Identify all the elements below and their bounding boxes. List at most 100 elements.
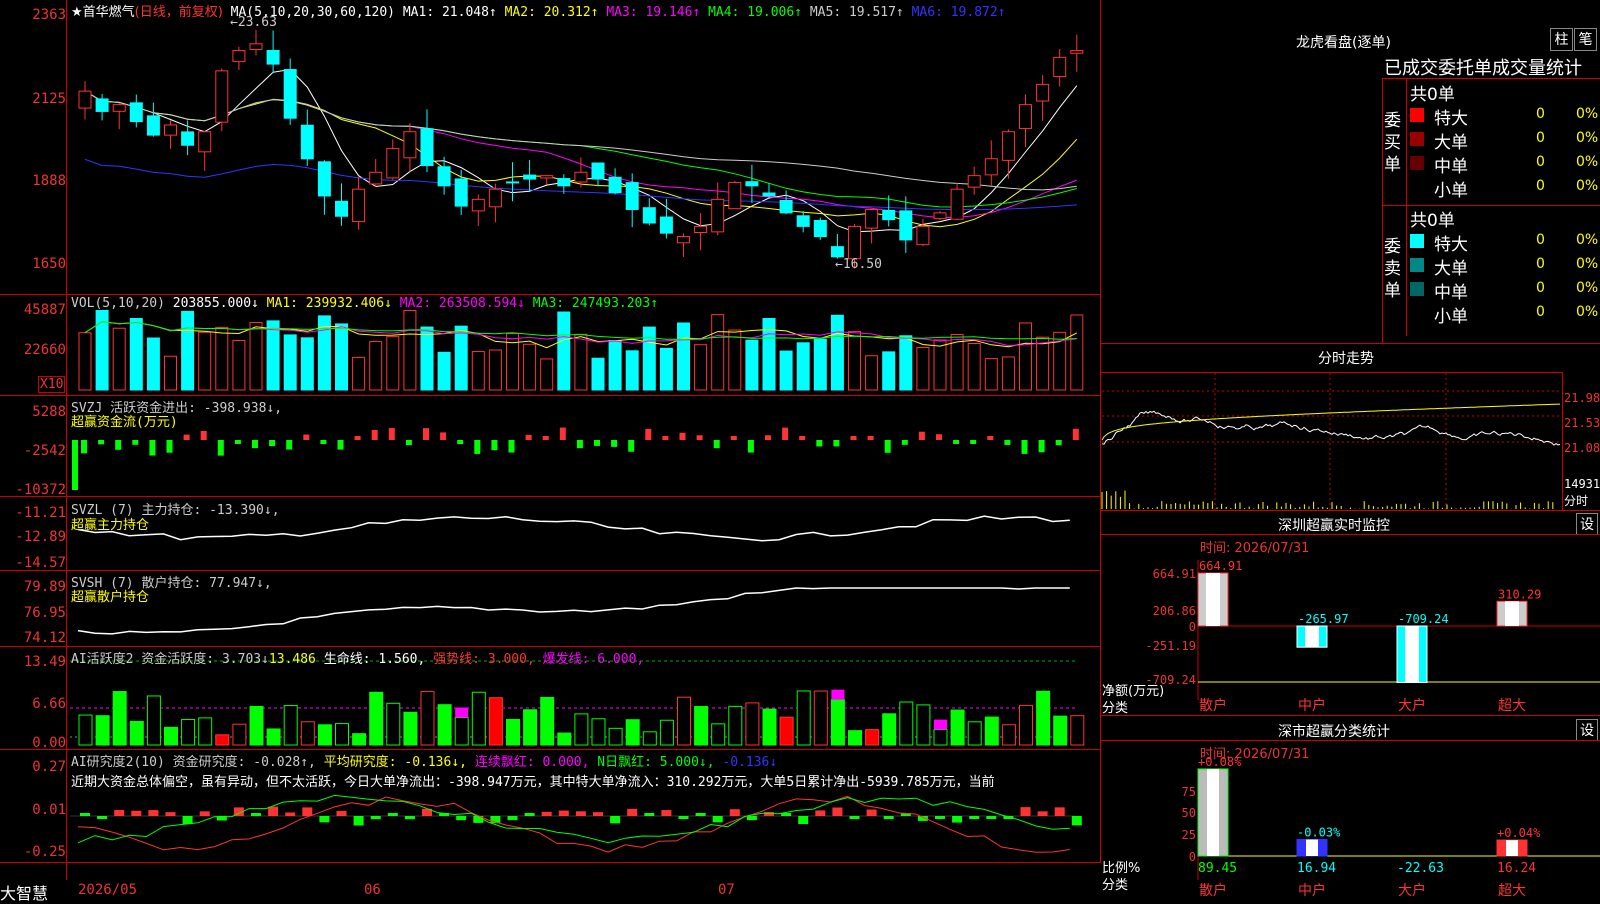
buy-order-name: 大单 xyxy=(1434,133,1468,153)
activity-bar xyxy=(471,691,486,746)
activity-bar xyxy=(694,706,709,746)
sz-monitor-tick-4: -251.19 xyxy=(1145,639,1196,653)
candle-body xyxy=(266,49,280,65)
sell-order-name: 大单 xyxy=(1434,259,1468,279)
candle-body xyxy=(420,128,434,167)
sell-order-count: 0 xyxy=(1536,304,1545,320)
activity-bar xyxy=(488,697,503,746)
ai-research-tick-1: 0.27 xyxy=(32,759,66,775)
research-bar xyxy=(114,809,125,816)
research-bar xyxy=(524,813,535,816)
ai-research-avg: 平均研究度: -0.136↓, xyxy=(323,755,467,770)
activity-bar xyxy=(677,696,691,746)
fund-flow-bar xyxy=(559,427,566,440)
volume-bar xyxy=(916,346,930,391)
tick-view-button[interactable]: 笔 xyxy=(1574,28,1597,51)
activity-bar-top xyxy=(455,707,469,718)
activity-bar xyxy=(1070,715,1085,746)
sz-monitor-settings-button[interactable]: 设 xyxy=(1576,513,1598,535)
volume-bar xyxy=(78,332,92,391)
fund-flow-bar xyxy=(72,440,78,490)
activity-bar xyxy=(164,726,178,746)
research-bar xyxy=(661,810,672,816)
research-bar xyxy=(712,816,723,823)
research-bar xyxy=(746,816,757,821)
stock-name[interactable]: ★首华燃气 xyxy=(71,5,135,20)
research-bar xyxy=(815,810,826,816)
research-line xyxy=(77,795,1070,853)
activity-bar xyxy=(437,704,452,746)
fund-flow-bar xyxy=(457,440,464,445)
candle-body xyxy=(471,198,485,212)
fund-flow-bar xyxy=(594,440,600,446)
fund-flow-bar xyxy=(730,436,737,440)
candle-body xyxy=(352,188,366,223)
fund-flow-bar xyxy=(354,436,361,440)
candle-body xyxy=(848,225,861,260)
research-bar xyxy=(507,816,518,821)
ma1-value: MA1: 21.048↑ xyxy=(402,5,497,20)
volume-bar xyxy=(471,351,485,391)
sell-order-pct: 0% xyxy=(1576,232,1599,248)
sell-order-swatch xyxy=(1410,306,1424,320)
sell-order-pct: 0% xyxy=(1576,280,1599,296)
volume-bar xyxy=(437,351,451,391)
vol-unit-badge[interactable]: X10 xyxy=(38,376,66,393)
vol-ma1: MA1: 239932.406↓ xyxy=(266,296,392,311)
fund-flow-bar xyxy=(115,440,122,450)
price-tick-2: 2125 xyxy=(32,91,66,107)
ai-active-strong: 强势线: 3.000, xyxy=(433,652,535,667)
research-bar xyxy=(610,816,621,824)
brand-logo[interactable]: 大智慧 xyxy=(0,880,48,904)
fund-flow-bar xyxy=(816,440,823,447)
research-bar xyxy=(935,816,945,819)
volume-bar xyxy=(232,339,246,391)
price-tick-4: 1650 xyxy=(32,256,66,272)
candle-body xyxy=(369,171,383,185)
candle-body xyxy=(523,174,537,180)
sz-class-tick-3: 25 xyxy=(1181,828,1196,842)
candle-body xyxy=(967,175,981,188)
volume-bar xyxy=(694,344,708,391)
research-bar xyxy=(1054,807,1065,816)
research-bar xyxy=(336,810,347,816)
sell-order-pct: 0% xyxy=(1576,304,1599,320)
volume-bar xyxy=(129,318,143,391)
fund-flow-bar xyxy=(371,429,378,440)
main-title-row: ★首华燃气(日线，前复权) MA(5,10,20,30,60,120) MA1:… xyxy=(71,1,1006,20)
intraday-vol-tick: 14931 xyxy=(1564,477,1600,491)
activity-bar xyxy=(300,721,315,746)
intraday-panel[interactable] xyxy=(1100,344,1600,511)
sell-order-swatch xyxy=(1410,282,1424,296)
candle-body xyxy=(386,148,400,179)
fund-flow-bar xyxy=(98,440,105,445)
volume-bar xyxy=(711,314,725,391)
fund-flow-bar xyxy=(713,440,720,449)
candle-body xyxy=(591,162,605,180)
activity-bar xyxy=(1053,715,1068,746)
candle-body xyxy=(78,90,92,109)
date-axis-2: 06 xyxy=(364,882,381,898)
fund-flow-bar xyxy=(491,440,498,451)
fund-flow-bar xyxy=(782,427,789,440)
fund-flow-bar xyxy=(303,434,310,440)
volume-bar xyxy=(1019,322,1032,391)
svsh-tick-2: 76.95 xyxy=(23,605,66,621)
fund-flow-bar xyxy=(320,440,327,444)
bar-view-button[interactable]: 柱 xyxy=(1550,28,1573,51)
ai-active-burst: 爆发线: 6.000, xyxy=(542,652,645,667)
fund-flow-bar xyxy=(252,440,258,449)
research-bar xyxy=(182,816,193,825)
period-mode[interactable]: (日线，前复权) xyxy=(135,5,223,20)
volume-bar xyxy=(198,331,212,391)
sell-order-count: 0 xyxy=(1536,256,1545,272)
fund-flow-bar xyxy=(953,440,960,444)
buy-order-count: 0 xyxy=(1536,106,1545,122)
fund-flow-bar xyxy=(576,440,583,449)
candle-body xyxy=(454,178,468,207)
svzj-subtitle: 超赢资金流(万元) xyxy=(71,415,178,430)
dragon-tabs[interactable]: 已成交委托单成交量统计 xyxy=(1384,54,1600,80)
research-bar xyxy=(644,813,655,816)
sz-class-settings-button[interactable]: 设 xyxy=(1576,719,1598,741)
candle-body xyxy=(899,210,913,241)
